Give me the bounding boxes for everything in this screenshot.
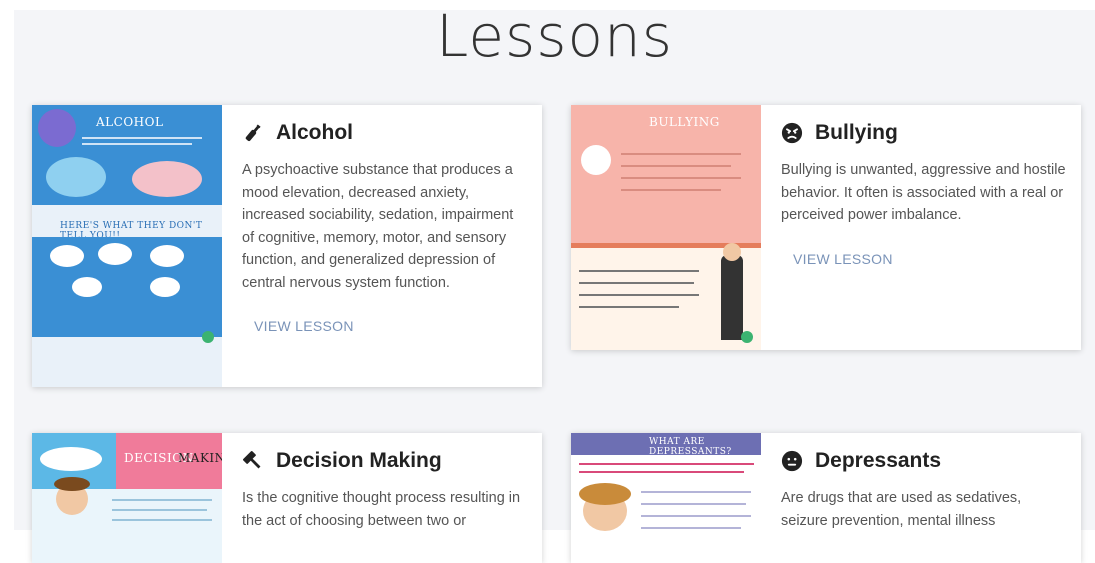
alcohol-title-row: Alcohol — [242, 121, 528, 145]
alcohol-description: A psychoactive substance that produces a… — [242, 162, 514, 291]
bullying-description: Bullying is unwanted, aggressive and hos… — [781, 162, 1066, 223]
lessons-page: Lessons ALCOHOL HERE'S WHAT THEY DON'T T… — [14, 2, 1095, 563]
depressants-title-row: Depressants — [781, 449, 1067, 473]
lesson-card-bullying: BULLYING Bullying Bullying is unwanted, … — [571, 105, 1081, 350]
bullying-thumbnail-caption: BULLYING — [649, 115, 720, 129]
decision-making-thumbnail: DECISION MAKING — [32, 433, 222, 563]
page-title: Lessons — [436, 2, 673, 70]
angry-face-icon — [781, 122, 803, 144]
depressants-thumbnail-caption: WHAT ARE DEPRESSANTS? — [649, 437, 732, 457]
lesson-card-depressants: WHAT ARE DEPRESSANTS? Depressants Are dr… — [571, 433, 1081, 563]
alcohol-thumbnail-caption: ALCOHOL — [96, 115, 164, 129]
decision-making-title: Decision Making — [276, 449, 442, 472]
bullying-title: Bullying — [815, 121, 898, 144]
decision-thumbnail-caption-b: MAKING — [178, 451, 222, 465]
bottle-icon — [245, 124, 261, 142]
depressants-title: Depressants — [815, 449, 942, 472]
lesson-card-decision-making: DECISION MAKING Decision Making Is the c… — [32, 433, 542, 563]
sad-face-icon — [781, 450, 803, 472]
gavel-icon — [243, 451, 261, 469]
decision-making-description: Is the cognitive thought process resulti… — [242, 490, 521, 529]
bullying-title-row: Bullying — [781, 121, 1067, 145]
depressants-thumbnail: WHAT ARE DEPRESSANTS? — [571, 433, 761, 563]
alcohol-view-lesson-button[interactable]: VIEW LESSON — [242, 310, 366, 342]
alcohol-thumbnail: ALCOHOL HERE'S WHAT THEY DON'T TELL YOU!… — [32, 105, 222, 387]
decision-making-title-row: Decision Making — [242, 449, 528, 473]
lesson-card-alcohol: ALCOHOL HERE'S WHAT THEY DON'T TELL YOU!… — [32, 105, 542, 387]
alcohol-title: Alcohol — [276, 121, 353, 144]
bullying-view-lesson-button[interactable]: VIEW LESSON — [781, 243, 905, 275]
bullying-thumbnail: BULLYING — [571, 105, 761, 350]
depressants-description: Are drugs that are used as sedatives, se… — [781, 490, 1022, 529]
